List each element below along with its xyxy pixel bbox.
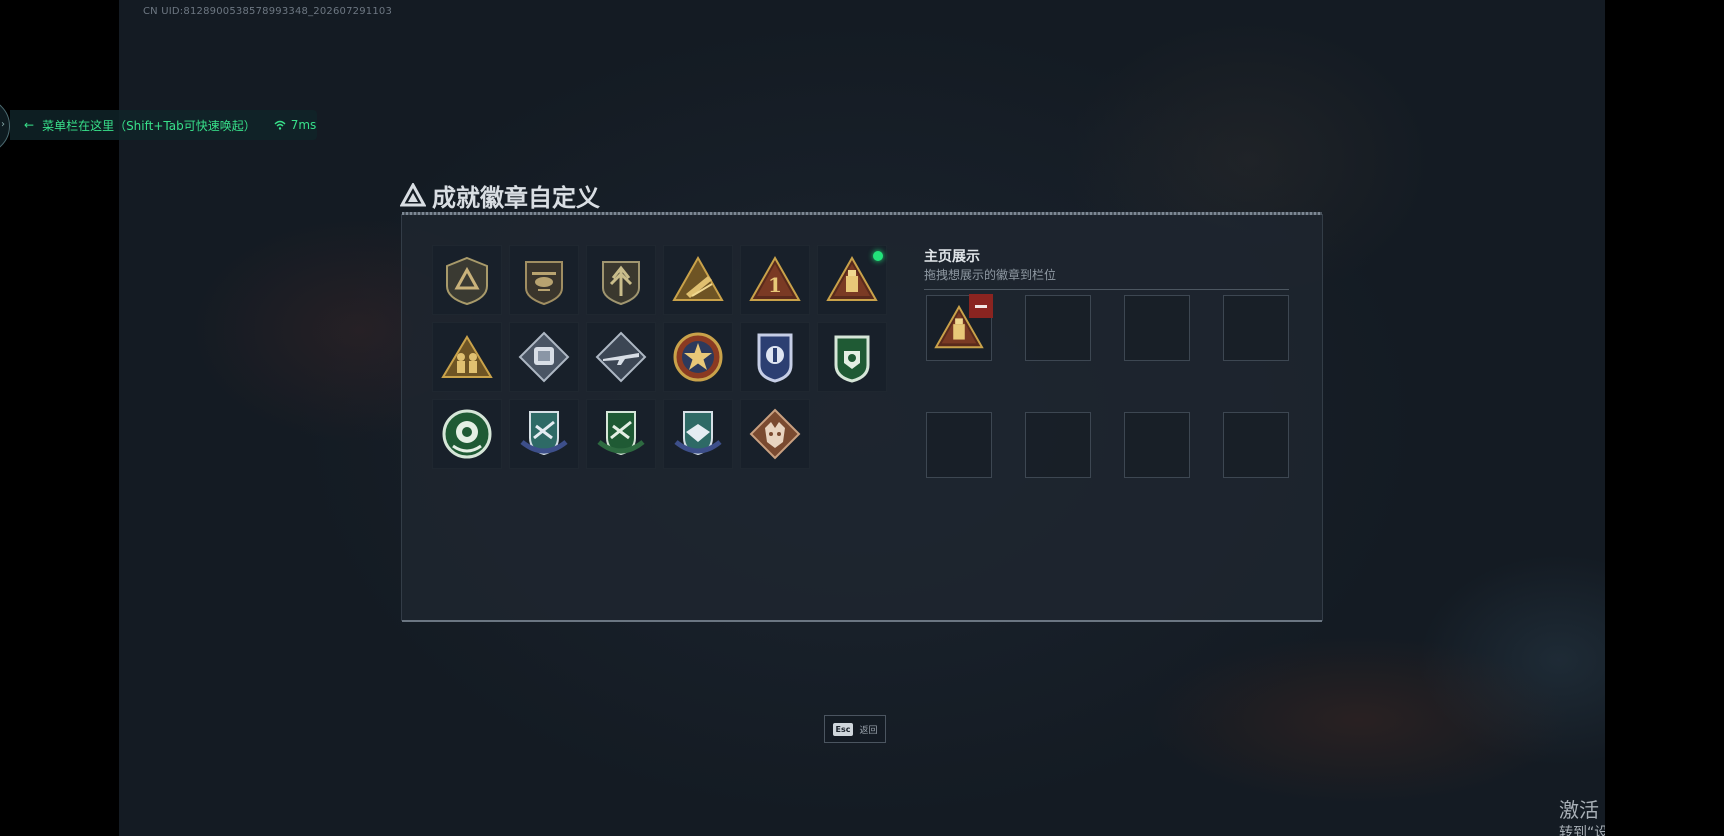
badge-cell[interactable]: [509, 399, 579, 469]
blue-wings-shield-badge-icon: [520, 411, 568, 456]
badge-cell[interactable]: [663, 399, 733, 469]
blue-police-shield-badge-icon: [757, 333, 793, 383]
badge-cell[interactable]: [586, 399, 656, 469]
bronze-wolf-diamond-badge-icon: [749, 408, 801, 460]
badge-cell[interactable]: [740, 322, 810, 392]
green-lion-shield-badge-icon: [834, 335, 870, 383]
minus-icon: [975, 304, 987, 308]
arrow-shield-badge-icon: [602, 261, 640, 306]
badge-cell[interactable]: 1: [740, 245, 810, 315]
arrow-left-icon: ←: [24, 118, 35, 132]
remove-badge-button[interactable]: [969, 294, 993, 318]
uid-label: CN UID:8128900538578993348_202607291103: [143, 6, 393, 17]
gold-rocket-triangle-badge-icon: [672, 255, 724, 301]
display-slot[interactable]: [926, 412, 992, 478]
menu-hint-bar[interactable]: ← 菜单栏在这里（Shift+Tab可快速唤起） 7ms: [10, 110, 317, 140]
sidebar-toggle[interactable]: ›: [0, 98, 10, 154]
shield-triangle-badge-icon: [446, 256, 488, 306]
menu-hint-text: 菜单栏在这里（Shift+Tab可快速唤起）: [42, 118, 256, 133]
display-slot[interactable]: [1124, 295, 1190, 361]
ping-value: 7ms: [290, 118, 317, 132]
back-button[interactable]: Esc 返回: [824, 715, 886, 743]
chevron-right-icon: ›: [1, 119, 5, 130]
ping-indicator: 7ms: [274, 118, 317, 132]
esc-key-icon: Esc: [832, 722, 854, 736]
window-title-text: 成就徽章自定义: [432, 183, 600, 212]
star-roundel-badge-icon: [673, 332, 723, 382]
display-slot[interactable]: [1124, 412, 1190, 478]
wifi-icon: [274, 120, 286, 130]
display-slot[interactable]: [1223, 295, 1289, 361]
badge-panel: 1 主页展示 拖拽想展示的徽章到栏位: [401, 212, 1323, 622]
badge-cell[interactable]: [586, 245, 656, 315]
badge-cell[interactable]: [817, 322, 887, 392]
display-slot[interactable]: [1025, 295, 1091, 361]
badge-cell[interactable]: [432, 245, 502, 315]
home-display-subtitle: 拖拽想展示的徽章到栏位: [924, 268, 1057, 282]
panel-top-border: [402, 212, 1322, 215]
badge-cell[interactable]: [432, 399, 502, 469]
divider: [924, 289, 1289, 290]
green-wings-shield-badge-icon: [597, 411, 645, 456]
new-badge-indicator: [873, 251, 883, 261]
display-slot[interactable]: [1025, 412, 1091, 478]
rifle-diamond-badge-icon: [595, 331, 647, 383]
game-viewport: CN UID:8128900538578993348_202607291103 …: [119, 0, 1605, 836]
ammo-box-triangle-badge-icon: [826, 255, 878, 301]
panel-bottom-border: [402, 620, 1322, 622]
back-label: 返回: [859, 725, 878, 736]
home-display-title: 主页展示: [924, 249, 980, 265]
badge-cell[interactable]: [509, 322, 579, 392]
window-title: 成就徽章自定义: [400, 180, 600, 212]
display-slot[interactable]: [1223, 412, 1289, 478]
badge-cell[interactable]: [663, 322, 733, 392]
windows-activation-sub: 转到“设置”以激活 Windows。: [1559, 825, 1605, 836]
green-roundel-badge-icon: [442, 409, 492, 459]
svg-text:1: 1: [768, 273, 782, 297]
badge-cell[interactable]: [586, 322, 656, 392]
soldiers-triangle-badge-icon: [441, 335, 493, 378]
badge-cell[interactable]: [509, 245, 579, 315]
windows-activation-title: 激活 Windows: [1559, 798, 1605, 822]
badge-cell[interactable]: [663, 245, 733, 315]
helicopter-shield-badge-icon: [525, 261, 563, 306]
triangle-emblem-icon: [400, 183, 426, 207]
badge-cell[interactable]: [432, 322, 502, 392]
armor-diamond-badge-icon: [518, 331, 570, 383]
display-slot[interactable]: [926, 294, 993, 361]
badge-cell[interactable]: [740, 399, 810, 469]
number-one-triangle-badge-icon: 1: [749, 255, 801, 301]
blue-eagle-shield-badge-icon: [674, 411, 722, 456]
badge-cell[interactable]: [817, 245, 887, 315]
badge-grid: 1: [432, 245, 887, 469]
